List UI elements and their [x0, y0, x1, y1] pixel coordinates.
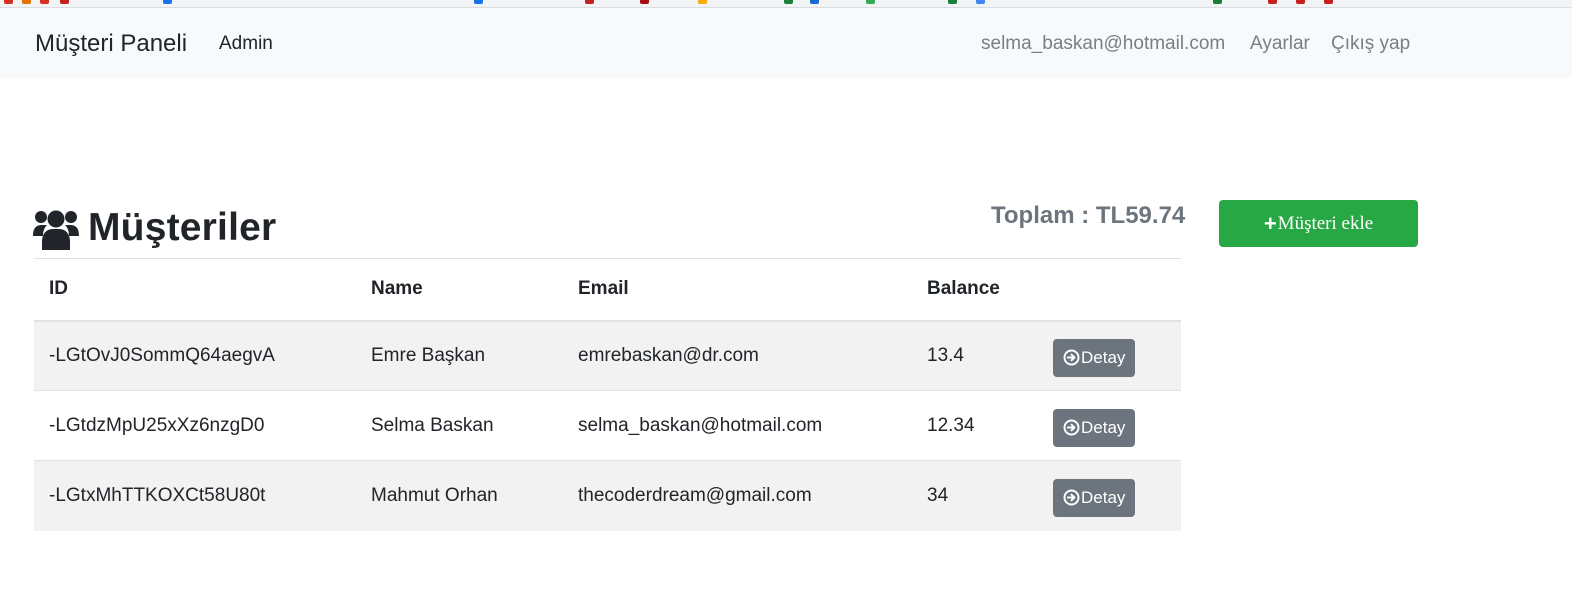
cell-id: -LGtdzMpU25xXz6nzgD0	[34, 390, 356, 461]
add-customer-button[interactable]: + Müşteri ekle	[1219, 200, 1418, 247]
arrow-circle-right-icon	[1063, 349, 1080, 366]
table-row: -LGtOvJ0SommQ64aegvA Emre Başkan emrebas…	[34, 320, 1181, 391]
bookmark-icon[interactable]	[4, 0, 13, 4]
cell-email: emrebaskan@dr.com	[563, 320, 912, 391]
bookmark-icon[interactable]	[22, 0, 31, 4]
bookmark-icon[interactable]	[1213, 0, 1222, 4]
bookmark-icon[interactable]	[866, 0, 875, 4]
cell-id: -LGtxMhTTKOXCt58U80t	[34, 460, 356, 531]
cell-name: Emre Başkan	[356, 320, 563, 391]
bookmark-icon[interactable]	[474, 0, 483, 4]
total-balance: Toplam : TL59.74	[991, 202, 1185, 230]
bookmark-icon[interactable]	[1296, 0, 1305, 4]
navbar-brand[interactable]: Müşteri Paneli	[35, 30, 187, 58]
table-header-row: ID Name Email Balance	[34, 258, 1181, 322]
bookmark-icon[interactable]	[1324, 0, 1333, 4]
bookmark-icon[interactable]	[640, 0, 649, 4]
cell-balance: 13.4	[912, 320, 1038, 391]
users-icon	[33, 210, 79, 250]
add-customer-label: Müşteri ekle	[1277, 212, 1374, 234]
column-header-balance: Balance	[912, 258, 1038, 322]
detail-label: Detay	[1081, 487, 1126, 507]
table-row: -LGtxMhTTKOXCt58U80t Mahmut Orhan thecod…	[34, 460, 1181, 531]
detail-button[interactable]: Detay	[1053, 478, 1135, 517]
top-navbar: Müşteri Paneli Admin selma_baskan@hotmai…	[0, 8, 1572, 78]
total-value: TL59.74	[1095, 202, 1186, 229]
arrow-circle-right-icon	[1063, 489, 1080, 506]
cell-name: Selma Baskan	[356, 390, 563, 461]
cell-email: thecoderdream@gmail.com	[563, 460, 912, 531]
cell-balance: 12.34	[912, 390, 1038, 461]
plus-icon: +	[1263, 210, 1277, 236]
cell-actions: Detay	[1038, 320, 1181, 391]
bookmark-icon[interactable]	[40, 0, 49, 4]
cell-id: -LGtOvJ0SommQ64aegvA	[34, 320, 356, 391]
bookmark-icon[interactable]	[698, 0, 707, 4]
total-label: Toplam :	[991, 202, 1096, 229]
cell-balance: 34	[912, 460, 1038, 531]
browser-bookmarks-bar[interactable]	[0, 0, 1572, 8]
detail-button[interactable]: Detay	[1053, 408, 1135, 447]
nav-user-email[interactable]: selma_baskan@hotmail.com	[981, 33, 1225, 55]
page-title: Müşteriler	[88, 206, 277, 249]
cell-name: Mahmut Orhan	[356, 460, 563, 531]
bookmark-icon[interactable]	[60, 0, 69, 4]
bookmark-icon[interactable]	[810, 0, 819, 4]
bookmark-icon[interactable]	[585, 0, 594, 4]
arrow-circle-right-icon	[1063, 419, 1080, 436]
detail-button[interactable]: Detay	[1053, 338, 1135, 377]
column-header-name: Name	[356, 258, 563, 322]
bookmark-icon[interactable]	[1268, 0, 1277, 4]
nav-link-logout[interactable]: Çıkış yap	[1331, 33, 1410, 55]
detail-label: Detay	[1081, 347, 1126, 367]
bookmark-icon[interactable]	[976, 0, 985, 4]
cell-email: selma_baskan@hotmail.com	[563, 390, 912, 461]
bookmark-icon[interactable]	[948, 0, 957, 4]
nav-link-admin[interactable]: Admin	[219, 33, 273, 55]
table-row: -LGtdzMpU25xXz6nzgD0 Selma Baskan selma_…	[34, 390, 1181, 461]
column-header-actions	[1038, 258, 1181, 322]
column-header-email: Email	[563, 258, 912, 322]
nav-link-settings[interactable]: Ayarlar	[1250, 33, 1310, 55]
cell-actions: Detay	[1038, 390, 1181, 461]
page-heading: Müşteriler	[33, 200, 276, 256]
customers-table: ID Name Email Balance -LGtOvJ0SommQ64aeg…	[34, 258, 1181, 531]
bookmark-icon[interactable]	[163, 0, 172, 4]
cell-actions: Detay	[1038, 460, 1181, 531]
column-header-id: ID	[34, 258, 356, 322]
bookmark-icon[interactable]	[784, 0, 793, 4]
detail-label: Detay	[1081, 417, 1126, 437]
